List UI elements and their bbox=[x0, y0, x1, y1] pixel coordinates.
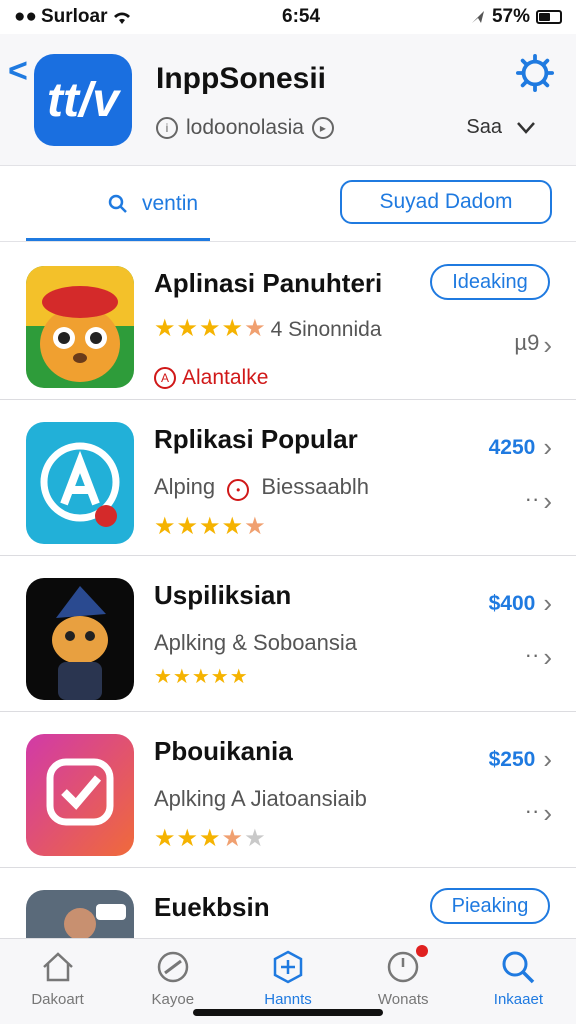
clock-icon bbox=[387, 951, 419, 983]
more-text: ·· bbox=[524, 798, 540, 823]
page-title: InppSonesii bbox=[156, 62, 327, 95]
tab-inkaaet[interactable]: Inkaaet bbox=[461, 939, 576, 1024]
rating-stars: ★★★★★ bbox=[154, 666, 249, 688]
app-header: < tt/v InppSonesii i lodoonolasia ▸ Saa bbox=[0, 34, 576, 166]
battery-icon bbox=[536, 10, 562, 24]
chevron-right-icon: › bbox=[543, 330, 552, 360]
app-action-button[interactable]: Ideaking bbox=[430, 264, 550, 300]
plus-icon bbox=[273, 950, 303, 984]
app-name: Aplinasi Panuhteri bbox=[154, 268, 383, 298]
tab-label: Hannts bbox=[264, 991, 312, 1008]
price-text: $250 bbox=[488, 747, 536, 771]
bottom-tab-bar: Dakoart Kayoe Hannts Wonats Inkaaet bbox=[0, 938, 576, 1024]
more-link[interactable]: ·· › bbox=[525, 798, 552, 829]
list-item[interactable]: Aplinasi Panuhteri ★★★★★ 4 Sinonnida A Al… bbox=[0, 244, 576, 400]
house-icon bbox=[42, 952, 73, 982]
rating-text: 4 Sinonnida bbox=[270, 318, 382, 341]
chevron-right-icon: › bbox=[543, 432, 552, 462]
search-icon bbox=[502, 951, 535, 984]
status-left: ●● Surloar bbox=[14, 6, 234, 28]
battery-label: 57% bbox=[491, 6, 530, 27]
tab-strip: ventin Suyad Dadom bbox=[0, 166, 576, 244]
location-icon bbox=[471, 11, 484, 23]
back-button[interactable]: < bbox=[8, 52, 28, 91]
app-name: Uspiliksian bbox=[154, 580, 292, 610]
badge-icon: • bbox=[227, 479, 250, 501]
chevron-right-icon: › bbox=[543, 486, 552, 516]
list-item[interactable]: Uspiliksian Aplking & Soboansia ★★★★★ $4… bbox=[0, 556, 576, 712]
app-subtitle: Alping • Biessaablh bbox=[154, 474, 369, 501]
status-bar: ●● Surloar 6:54 57% bbox=[0, 0, 576, 34]
chevron-right-icon: › bbox=[543, 642, 552, 672]
notification-dot bbox=[415, 945, 428, 957]
subtitle-text: lodoonolasia bbox=[186, 116, 304, 139]
tab-label: Kayoe bbox=[151, 991, 195, 1008]
chevron-down-icon bbox=[517, 121, 535, 134]
app-tag-text: Alantalke bbox=[182, 366, 269, 389]
list-item[interactable]: Pbouikania Aplking A Jiatoansiaib ★★★★★ … bbox=[0, 712, 576, 868]
app-subtitle: Aplking A Jiatoansiaib bbox=[154, 786, 367, 811]
search-icon bbox=[108, 194, 127, 213]
badge-icon bbox=[157, 951, 189, 983]
more-link[interactable]: µ9 › bbox=[514, 330, 552, 361]
price-text: $400 bbox=[488, 591, 536, 615]
app-subtitle-text-2: Biessaablh bbox=[261, 474, 370, 499]
home-indicator bbox=[193, 1009, 383, 1016]
carrier-label: Surloar bbox=[40, 6, 108, 27]
rating-stars: ★★★★★ 4 Sinonnida bbox=[154, 315, 382, 342]
rating-stars: ★★★★★ bbox=[154, 513, 267, 540]
more-text: µ9 bbox=[514, 330, 540, 355]
app-icon-check bbox=[26, 734, 134, 856]
tab-dakoart[interactable]: Dakoart bbox=[0, 939, 115, 1024]
app-name: Euekbsin bbox=[154, 892, 270, 922]
chevron-right-icon: › bbox=[543, 744, 552, 774]
more-link[interactable]: ·· › bbox=[525, 642, 552, 673]
chevron-right-icon: › bbox=[543, 798, 552, 828]
app-name: Pbouikania bbox=[154, 736, 293, 766]
app-icon-character bbox=[26, 578, 134, 700]
tab-label: Inkaaet bbox=[493, 991, 544, 1008]
app-icon-mascot bbox=[26, 266, 134, 388]
tab-outline-button[interactable]: Suyad Dadom bbox=[340, 180, 552, 224]
app-subtitle: Aplking & Soboansia bbox=[154, 630, 358, 655]
app-name: Rplikasi Popular bbox=[154, 424, 358, 454]
chevron-right-icon: › bbox=[543, 588, 552, 618]
status-time: 6:54 bbox=[282, 6, 321, 27]
battery-fill bbox=[539, 13, 551, 21]
tab-label: Dakoart bbox=[31, 991, 84, 1008]
rating-stars: ★★★★★ bbox=[154, 825, 267, 852]
more-text: ·· bbox=[524, 642, 540, 667]
tab-divider bbox=[0, 241, 576, 242]
sort-label: Saa bbox=[466, 116, 502, 138]
app-list: Aplinasi Panuhteri ★★★★★ 4 Sinonnida A Al… bbox=[0, 244, 576, 1024]
play-icon: ▸ bbox=[311, 117, 334, 139]
app-subtitle: i lodoonolasia ▸ bbox=[156, 116, 334, 140]
app-logo-icon: tt/v bbox=[34, 54, 132, 146]
app-tag: A Alantalke bbox=[154, 366, 268, 390]
tab-search-label: ventin bbox=[142, 192, 199, 215]
sort-dropdown[interactable]: Saa bbox=[466, 116, 536, 139]
app-action-button[interactable]: Pieaking bbox=[430, 888, 550, 924]
more-link[interactable]: ·· › bbox=[525, 486, 552, 517]
signal-dots: ●● bbox=[14, 6, 37, 27]
wifi-icon bbox=[114, 12, 131, 24]
price-button[interactable]: $250 › bbox=[489, 744, 552, 775]
app-icon-a bbox=[26, 422, 134, 544]
price-button[interactable]: 4250 › bbox=[489, 432, 552, 463]
list-item[interactable]: Rplikasi Popular Alping • Biessaablh ★★★… bbox=[0, 400, 576, 556]
price-button[interactable]: $400 › bbox=[489, 588, 552, 619]
price-text: 4250 bbox=[488, 435, 536, 459]
info-icon: i bbox=[156, 117, 178, 139]
alert-icon: A bbox=[154, 367, 176, 389]
tab-search[interactable]: ventin bbox=[108, 192, 198, 216]
more-text: ·· bbox=[524, 486, 540, 511]
tab-label: Wonats bbox=[377, 991, 429, 1008]
app-subtitle-text: Alping bbox=[154, 474, 216, 499]
status-right: 57% bbox=[470, 6, 562, 28]
settings-gear-icon[interactable] bbox=[516, 54, 554, 92]
